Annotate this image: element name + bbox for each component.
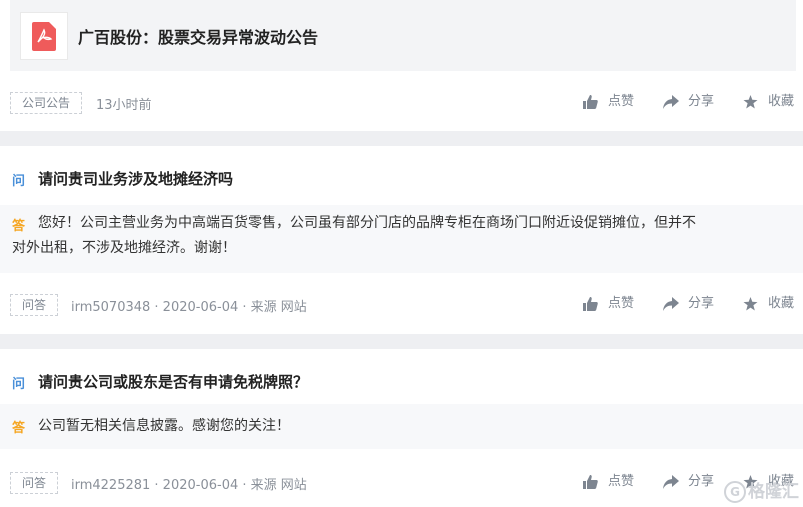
qa-meta: irm5070348 · 2020-06-04 · 来源 网站	[71, 300, 307, 315]
share-arrow-icon	[663, 475, 679, 489]
favorite-label: 收藏	[768, 296, 795, 311]
announcement-title[interactable]: 广百股份：股票交易异常波动公告	[78, 24, 318, 48]
qa-card: 问 请问贵司业务涉及地摊经济吗 答 您好！公司主营业务为中高端百货零售，公司虽有…	[0, 146, 803, 334]
question-marker: 问	[12, 174, 26, 189]
question-text[interactable]: 请问贵公司或股东是否有申请免税牌照？	[38, 371, 308, 392]
thumbs-up-icon	[583, 297, 598, 311]
share-label: 分享	[688, 296, 715, 311]
question-text[interactable]: 请问贵司业务涉及地摊经济吗	[38, 168, 233, 189]
answer-marker: 答	[12, 421, 26, 436]
like-label: 点赞	[608, 94, 635, 109]
answer-box: 答 您好！公司主营业务为中高端百货零售，公司虽有部分门店的品牌专柜在商场门口附近…	[0, 205, 803, 273]
pdf-thumbnail	[20, 12, 68, 60]
announcement-card: 广百股份：股票交易异常波动公告 公司公告 13小时前 点赞 分享 收藏	[0, 0, 803, 131]
answer-line: 您好！公司主营业务为中高端百货零售，公司虽有部分门店的品牌专柜在商场门口附近设促…	[38, 215, 696, 231]
announcement-link[interactable]: 广百股份：股票交易异常波动公告	[10, 0, 796, 71]
favorite-label: 收藏	[768, 94, 795, 109]
share-label: 分享	[688, 474, 715, 489]
answer-line: 对外出租，不涉及地摊经济。谢谢！	[12, 240, 236, 256]
announcement-tag[interactable]: 公司公告	[10, 92, 83, 114]
watermark-logo: G 格隆汇	[724, 477, 799, 503]
answer-text: 公司暂无相关信息披露。感谢您的关注！	[38, 414, 290, 439]
answer-text: 您好！公司主营业务为中高端百货零售，公司虽有部分门店的品牌专柜在商场门口附近设促…	[38, 211, 696, 236]
thumbs-up-icon	[583, 475, 598, 489]
question-marker: 问	[12, 377, 26, 392]
watermark-text: 格隆汇	[748, 482, 799, 502]
qa-tag[interactable]: 问答	[10, 294, 59, 316]
watermark-g-icon: G	[724, 481, 746, 503]
qa-meta: irm4225281 · 2020-06-04 · 来源 网站	[71, 478, 307, 493]
qa-card: 问 请问贵公司或股东是否有申请免税牌照？ 答 公司暂无相关信息披露。感谢您的关注…	[0, 349, 803, 507]
like-label: 点赞	[608, 296, 635, 311]
star-icon	[743, 297, 758, 311]
star-icon	[743, 95, 758, 109]
share-arrow-icon	[663, 297, 679, 311]
share-label: 分享	[688, 94, 715, 109]
answer-box: 答 公司暂无相关信息披露。感谢您的关注！	[0, 404, 803, 449]
like-label: 点赞	[608, 474, 635, 489]
qa-actions: 点赞 分享 收藏	[583, 294, 798, 314]
pdf-file-icon	[32, 22, 56, 51]
announcement-actions: 点赞 分享 收藏	[583, 92, 798, 112]
qa-tag[interactable]: 问答	[10, 472, 59, 494]
answer-text-cont: 对外出租，不涉及地摊经济。谢谢！	[12, 236, 236, 261]
answer-line: 公司暂无相关信息披露。感谢您的关注！	[38, 418, 290, 434]
answer-marker: 答	[12, 219, 26, 234]
share-arrow-icon	[663, 95, 679, 109]
announcement-time: 13小时前	[96, 98, 152, 113]
thumbs-up-icon	[583, 95, 598, 109]
